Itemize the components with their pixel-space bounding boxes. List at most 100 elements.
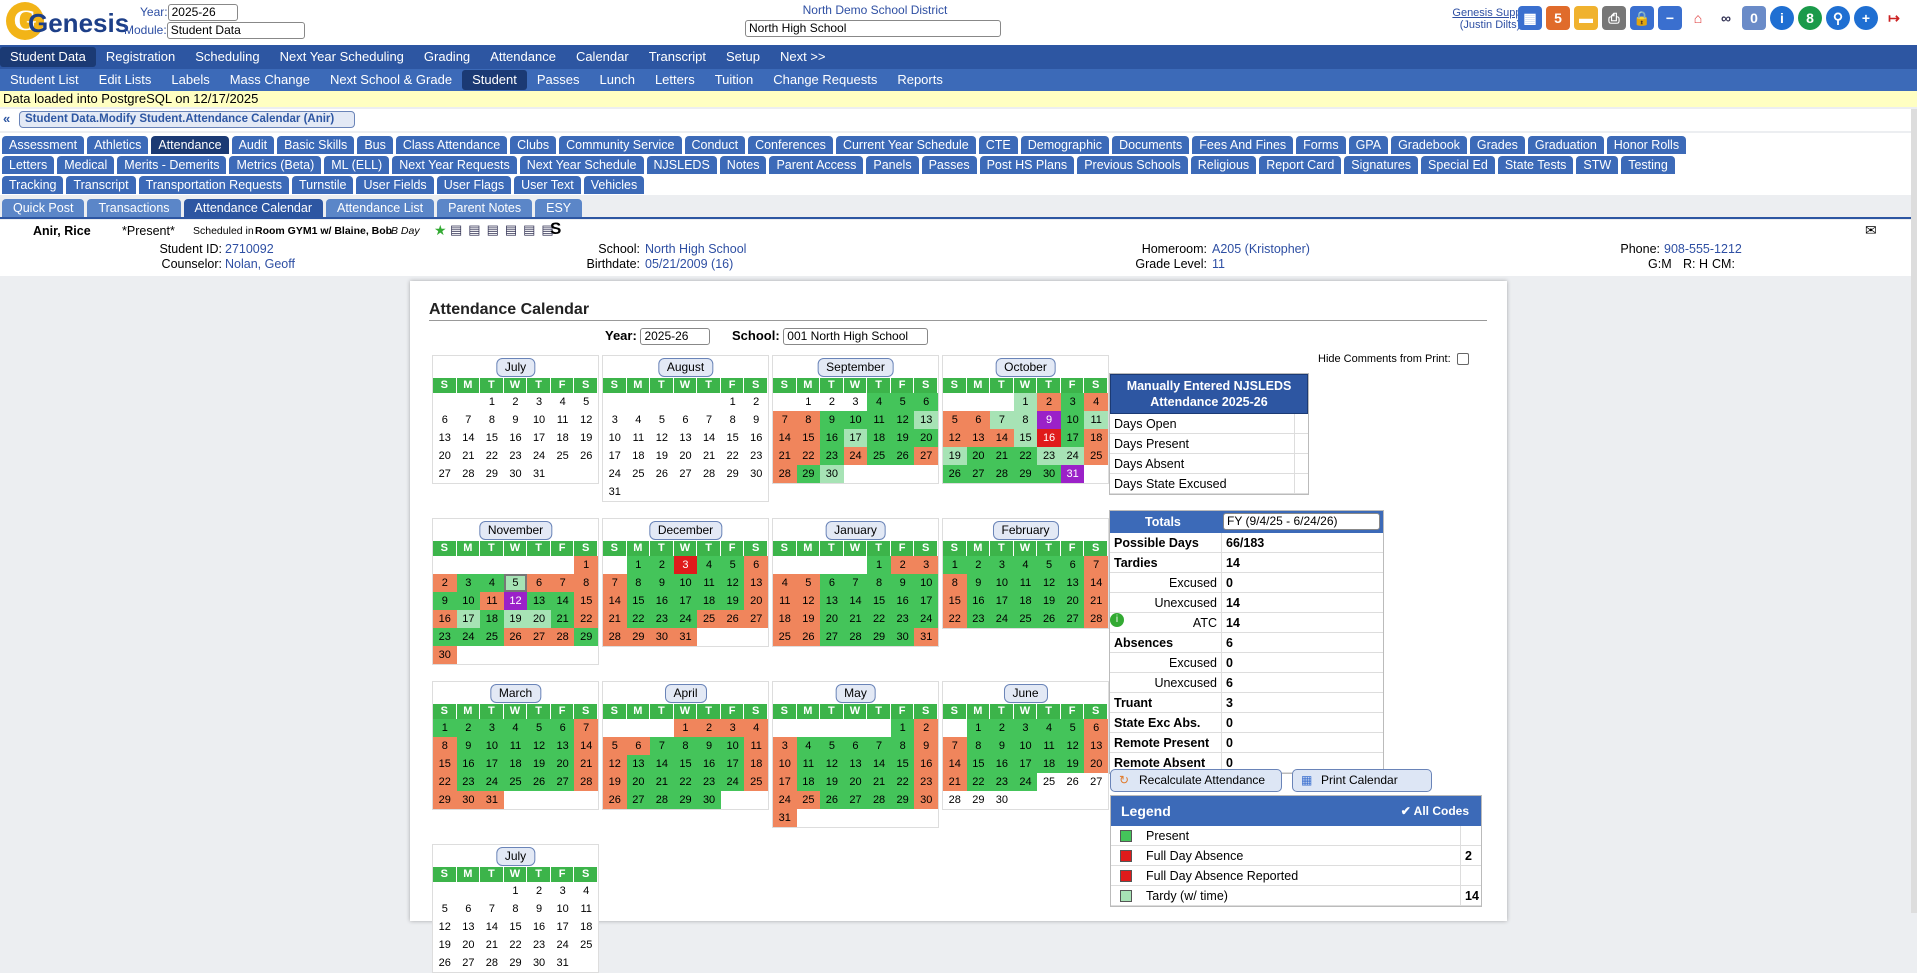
calendar-day[interactable]: 22 <box>480 447 504 465</box>
calendar-day[interactable]: 6 <box>550 719 575 737</box>
calendar-day[interactable]: 30 <box>744 465 768 483</box>
calendar-day[interactable]: 26 <box>943 465 967 483</box>
calendar-day[interactable]: 10 <box>603 429 627 447</box>
calendar-day[interactable]: 31 <box>480 791 504 809</box>
subnav-labels[interactable]: Labels <box>161 70 219 90</box>
calendar-day[interactable]: 15 <box>943 592 967 610</box>
calendar-day[interactable]: 22 <box>721 447 745 465</box>
calendar-day[interactable]: 30 <box>890 628 915 646</box>
calendar-day[interactable]: 9 <box>527 900 551 918</box>
calendar-day[interactable]: 19 <box>433 936 457 954</box>
calendar-day[interactable]: 6 <box>457 900 481 918</box>
calendar-day[interactable]: 25 <box>480 628 504 646</box>
calendar-day[interactable]: 13 <box>820 592 844 610</box>
s-icon[interactable]: S <box>550 219 561 239</box>
calendar-day[interactable]: 10 <box>1060 411 1085 429</box>
subtab-parent-notes[interactable]: Parent Notes <box>437 199 533 217</box>
month-name[interactable]: July <box>495 358 536 377</box>
calendar-day[interactable]: 20 <box>914 429 938 447</box>
calendar-day[interactable]: 29 <box>673 791 698 809</box>
calendar-day[interactable]: 24 <box>480 773 504 791</box>
tab-basic-skills[interactable]: Basic Skills <box>277 136 355 154</box>
document-icons[interactable]: ▤▤▤▤▤▤ <box>450 222 560 238</box>
student-name[interactable]: Anir, Rice <box>33 224 91 238</box>
calendar-day[interactable]: 19 <box>820 773 844 791</box>
tab-transportation-requests[interactable]: Transportation Requests <box>138 176 289 194</box>
calendar-day[interactable]: 18 <box>796 773 821 791</box>
calendar-day[interactable]: 9 <box>990 737 1014 755</box>
month-name[interactable]: July <box>495 847 536 866</box>
calendar-day[interactable]: 19 <box>527 755 551 773</box>
nav-transcript[interactable]: Transcript <box>639 47 716 67</box>
calendar-day[interactable]: 4 <box>1037 719 1061 737</box>
calendar-day[interactable]: 11 <box>867 411 891 429</box>
calendar-day[interactable]: 28 <box>603 628 627 646</box>
tab-bus[interactable]: Bus <box>357 136 393 154</box>
calendar-day[interactable]: 18 <box>574 918 598 936</box>
calendar-day[interactable]: 27 <box>527 628 551 646</box>
calendar-day[interactable]: 9 <box>456 737 481 755</box>
calendar-day[interactable]: 19 <box>503 610 528 628</box>
calendar-day[interactable]: 4 <box>867 393 891 411</box>
calendar-day[interactable]: 18 <box>773 610 797 628</box>
subtab-attendance-list[interactable]: Attendance List <box>325 199 435 217</box>
calendar-day[interactable]: 7 <box>943 737 967 755</box>
calendar-day[interactable]: 19 <box>603 773 627 791</box>
calendar-day[interactable]: 18 <box>1037 755 1061 773</box>
tab-user-text[interactable]: User Text <box>514 176 581 194</box>
calendar-day[interactable]: 7 <box>773 411 797 429</box>
school-select[interactable]: North High School <box>745 20 1001 37</box>
calendar-day[interactable]: 25 <box>744 773 768 791</box>
nav-calendar[interactable]: Calendar <box>566 47 639 67</box>
calendar-day[interactable]: 13 <box>457 918 481 936</box>
subnav-student-list[interactable]: Student List <box>0 70 89 90</box>
help-icon[interactable]: 8 <box>1798 6 1822 30</box>
calendar-day[interactable]: 14 <box>867 755 891 773</box>
tab-audit[interactable]: Audit <box>231 136 275 154</box>
tab-user-fields[interactable]: User Fields <box>356 176 434 194</box>
calendar-day[interactable]: 7 <box>697 411 721 429</box>
calendar-day[interactable]: 14 <box>773 429 797 447</box>
calendar-day[interactable]: 17 <box>527 429 551 447</box>
calendar-day[interactable]: 1 <box>797 393 821 411</box>
calendar-day[interactable]: 10 <box>773 755 797 773</box>
totals-period-select[interactable]: FY (9/4/25 - 6/24/26) <box>1223 513 1380 530</box>
calendar-day[interactable]: 3 <box>480 719 504 737</box>
calendar-day[interactable]: 11 <box>796 755 821 773</box>
calendar-day[interactable]: 17 <box>1013 755 1038 773</box>
calendar-day[interactable]: 1 <box>574 556 598 574</box>
calendar-day[interactable]: 15 <box>796 429 821 447</box>
calendar-day[interactable]: 23 <box>966 610 991 628</box>
calendar-day[interactable]: 8 <box>673 737 698 755</box>
tab-athletics[interactable]: Athletics <box>87 136 149 154</box>
calendar-day[interactable]: 6 <box>820 574 844 592</box>
calendar-icon[interactable]: ▦ <box>1518 6 1542 30</box>
calendar-day[interactable]: 12 <box>720 574 745 592</box>
calendar-day[interactable]: 27 <box>457 954 481 972</box>
calendar-day[interactable]: 4 <box>627 411 651 429</box>
calendar-day[interactable]: 31 <box>673 628 698 646</box>
calendar-day[interactable]: 21 <box>457 447 481 465</box>
tab-metrics-beta[interactable]: Metrics (Beta) <box>229 156 322 174</box>
calendar-day[interactable]: 17 <box>551 918 575 936</box>
calendar-day[interactable]: 3 <box>551 882 575 900</box>
info-icon[interactable]: i <box>1770 6 1794 30</box>
calendar-day[interactable]: 27 <box>1060 610 1085 628</box>
calendar-day[interactable]: 30 <box>433 646 457 664</box>
calendar-day[interactable]: 10 <box>1013 737 1038 755</box>
calendar-day[interactable]: 22 <box>867 610 891 628</box>
calendar-day[interactable]: 2 <box>744 393 768 411</box>
calendar-day[interactable]: 4 <box>796 737 821 755</box>
calendar-day[interactable]: 21 <box>867 773 891 791</box>
calendar-day[interactable]: 18 <box>551 429 575 447</box>
mail-icon[interactable]: 0 <box>1742 6 1766 30</box>
calendar-day[interactable]: 3 <box>990 556 1014 574</box>
calendar-day[interactable]: 12 <box>820 755 844 773</box>
nav-setup[interactable]: Setup <box>716 47 770 67</box>
calendar-day[interactable]: 17 <box>914 592 938 610</box>
calendar-day[interactable]: 16 <box>914 755 938 773</box>
calendar-day[interactable]: 9 <box>433 592 457 610</box>
calendar-day[interactable]: 20 <box>820 610 844 628</box>
tab-previous-schools[interactable]: Previous Schools <box>1077 156 1188 174</box>
month-name[interactable]: June <box>1003 684 1048 703</box>
